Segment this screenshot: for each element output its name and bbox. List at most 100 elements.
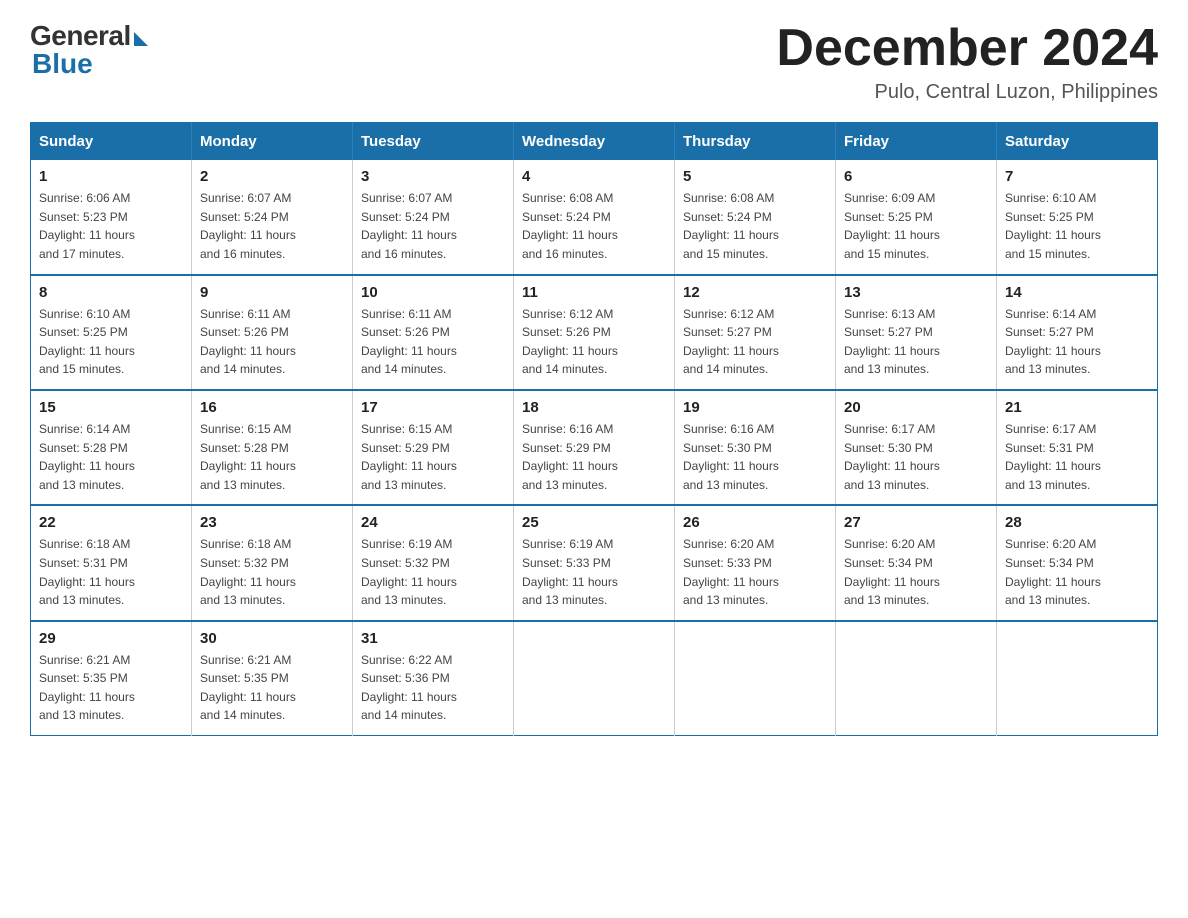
day-number: 2 <box>200 168 344 185</box>
calendar-cell: 9 Sunrise: 6:11 AM Sunset: 5:26 PM Dayli… <box>192 275 353 390</box>
week-row-3: 15 Sunrise: 6:14 AM Sunset: 5:28 PM Dayl… <box>31 390 1158 505</box>
day-info: Sunrise: 6:17 AM Sunset: 5:30 PM Dayligh… <box>844 420 988 494</box>
day-number: 16 <box>200 399 344 416</box>
calendar-cell: 28 Sunrise: 6:20 AM Sunset: 5:34 PM Dayl… <box>997 505 1158 620</box>
day-info: Sunrise: 6:06 AM Sunset: 5:23 PM Dayligh… <box>39 189 183 263</box>
calendar-cell: 18 Sunrise: 6:16 AM Sunset: 5:29 PM Dayl… <box>514 390 675 505</box>
calendar-cell: 25 Sunrise: 6:19 AM Sunset: 5:33 PM Dayl… <box>514 505 675 620</box>
day-info: Sunrise: 6:14 AM Sunset: 5:28 PM Dayligh… <box>39 420 183 494</box>
day-number: 10 <box>361 284 505 301</box>
day-info: Sunrise: 6:20 AM Sunset: 5:34 PM Dayligh… <box>1005 535 1149 609</box>
day-number: 15 <box>39 399 183 416</box>
calendar-cell: 12 Sunrise: 6:12 AM Sunset: 5:27 PM Dayl… <box>675 275 836 390</box>
week-row-4: 22 Sunrise: 6:18 AM Sunset: 5:31 PM Dayl… <box>31 505 1158 620</box>
calendar-cell: 10 Sunrise: 6:11 AM Sunset: 5:26 PM Dayl… <box>353 275 514 390</box>
day-info: Sunrise: 6:15 AM Sunset: 5:28 PM Dayligh… <box>200 420 344 494</box>
day-number: 28 <box>1005 514 1149 531</box>
day-number: 11 <box>522 284 666 301</box>
header-tuesday: Tuesday <box>353 123 514 161</box>
header-wednesday: Wednesday <box>514 123 675 161</box>
day-info: Sunrise: 6:13 AM Sunset: 5:27 PM Dayligh… <box>844 305 988 379</box>
calendar-cell: 13 Sunrise: 6:13 AM Sunset: 5:27 PM Dayl… <box>836 275 997 390</box>
day-info: Sunrise: 6:18 AM Sunset: 5:31 PM Dayligh… <box>39 535 183 609</box>
header-sunday: Sunday <box>31 123 192 161</box>
day-number: 17 <box>361 399 505 416</box>
header-monday: Monday <box>192 123 353 161</box>
day-number: 12 <box>683 284 827 301</box>
day-number: 4 <box>522 168 666 185</box>
logo-arrow-icon <box>134 32 148 46</box>
day-number: 23 <box>200 514 344 531</box>
calendar-cell: 15 Sunrise: 6:14 AM Sunset: 5:28 PM Dayl… <box>31 390 192 505</box>
calendar-cell: 1 Sunrise: 6:06 AM Sunset: 5:23 PM Dayli… <box>31 160 192 274</box>
calendar-table: SundayMondayTuesdayWednesdayThursdayFrid… <box>30 122 1158 736</box>
calendar-cell <box>836 621 997 736</box>
calendar-cell: 27 Sunrise: 6:20 AM Sunset: 5:34 PM Dayl… <box>836 505 997 620</box>
day-number: 14 <box>1005 284 1149 301</box>
day-info: Sunrise: 6:07 AM Sunset: 5:24 PM Dayligh… <box>361 189 505 263</box>
calendar-header-row: SundayMondayTuesdayWednesdayThursdayFrid… <box>31 123 1158 161</box>
calendar-cell: 2 Sunrise: 6:07 AM Sunset: 5:24 PM Dayli… <box>192 160 353 274</box>
calendar-cell: 11 Sunrise: 6:12 AM Sunset: 5:26 PM Dayl… <box>514 275 675 390</box>
day-number: 1 <box>39 168 183 185</box>
day-number: 18 <box>522 399 666 416</box>
day-info: Sunrise: 6:10 AM Sunset: 5:25 PM Dayligh… <box>1005 189 1149 263</box>
day-number: 20 <box>844 399 988 416</box>
calendar-cell <box>514 621 675 736</box>
day-info: Sunrise: 6:21 AM Sunset: 5:35 PM Dayligh… <box>39 651 183 725</box>
day-number: 7 <box>1005 168 1149 185</box>
day-info: Sunrise: 6:16 AM Sunset: 5:30 PM Dayligh… <box>683 420 827 494</box>
calendar-cell: 26 Sunrise: 6:20 AM Sunset: 5:33 PM Dayl… <box>675 505 836 620</box>
calendar-cell: 8 Sunrise: 6:10 AM Sunset: 5:25 PM Dayli… <box>31 275 192 390</box>
day-info: Sunrise: 6:18 AM Sunset: 5:32 PM Dayligh… <box>200 535 344 609</box>
day-info: Sunrise: 6:20 AM Sunset: 5:34 PM Dayligh… <box>844 535 988 609</box>
day-info: Sunrise: 6:11 AM Sunset: 5:26 PM Dayligh… <box>200 305 344 379</box>
calendar-cell: 17 Sunrise: 6:15 AM Sunset: 5:29 PM Dayl… <box>353 390 514 505</box>
calendar-cell: 16 Sunrise: 6:15 AM Sunset: 5:28 PM Dayl… <box>192 390 353 505</box>
day-info: Sunrise: 6:10 AM Sunset: 5:25 PM Dayligh… <box>39 305 183 379</box>
calendar-cell <box>997 621 1158 736</box>
calendar-cell: 14 Sunrise: 6:14 AM Sunset: 5:27 PM Dayl… <box>997 275 1158 390</box>
day-info: Sunrise: 6:14 AM Sunset: 5:27 PM Dayligh… <box>1005 305 1149 379</box>
day-number: 22 <box>39 514 183 531</box>
header-friday: Friday <box>836 123 997 161</box>
logo: General Blue <box>30 20 148 80</box>
day-number: 30 <box>200 630 344 647</box>
week-row-2: 8 Sunrise: 6:10 AM Sunset: 5:25 PM Dayli… <box>31 275 1158 390</box>
day-number: 31 <box>361 630 505 647</box>
month-year-title: December 2024 <box>776 20 1158 77</box>
day-info: Sunrise: 6:11 AM Sunset: 5:26 PM Dayligh… <box>361 305 505 379</box>
day-number: 5 <box>683 168 827 185</box>
calendar-cell: 19 Sunrise: 6:16 AM Sunset: 5:30 PM Dayl… <box>675 390 836 505</box>
logo-blue-text: Blue <box>32 48 93 80</box>
calendar-cell: 31 Sunrise: 6:22 AM Sunset: 5:36 PM Dayl… <box>353 621 514 736</box>
day-info: Sunrise: 6:15 AM Sunset: 5:29 PM Dayligh… <box>361 420 505 494</box>
day-number: 29 <box>39 630 183 647</box>
day-number: 19 <box>683 399 827 416</box>
calendar-cell: 20 Sunrise: 6:17 AM Sunset: 5:30 PM Dayl… <box>836 390 997 505</box>
day-info: Sunrise: 6:12 AM Sunset: 5:26 PM Dayligh… <box>522 305 666 379</box>
day-number: 25 <box>522 514 666 531</box>
day-info: Sunrise: 6:21 AM Sunset: 5:35 PM Dayligh… <box>200 651 344 725</box>
location-subtitle: Pulo, Central Luzon, Philippines <box>776 81 1158 104</box>
calendar-cell: 4 Sunrise: 6:08 AM Sunset: 5:24 PM Dayli… <box>514 160 675 274</box>
day-number: 13 <box>844 284 988 301</box>
day-info: Sunrise: 6:12 AM Sunset: 5:27 PM Dayligh… <box>683 305 827 379</box>
day-info: Sunrise: 6:08 AM Sunset: 5:24 PM Dayligh… <box>522 189 666 263</box>
calendar-cell: 7 Sunrise: 6:10 AM Sunset: 5:25 PM Dayli… <box>997 160 1158 274</box>
day-number: 9 <box>200 284 344 301</box>
calendar-cell: 24 Sunrise: 6:19 AM Sunset: 5:32 PM Dayl… <box>353 505 514 620</box>
week-row-5: 29 Sunrise: 6:21 AM Sunset: 5:35 PM Dayl… <box>31 621 1158 736</box>
day-info: Sunrise: 6:19 AM Sunset: 5:33 PM Dayligh… <box>522 535 666 609</box>
day-number: 3 <box>361 168 505 185</box>
calendar-cell: 29 Sunrise: 6:21 AM Sunset: 5:35 PM Dayl… <box>31 621 192 736</box>
day-info: Sunrise: 6:17 AM Sunset: 5:31 PM Dayligh… <box>1005 420 1149 494</box>
week-row-1: 1 Sunrise: 6:06 AM Sunset: 5:23 PM Dayli… <box>31 160 1158 274</box>
day-info: Sunrise: 6:08 AM Sunset: 5:24 PM Dayligh… <box>683 189 827 263</box>
calendar-cell: 30 Sunrise: 6:21 AM Sunset: 5:35 PM Dayl… <box>192 621 353 736</box>
calendar-cell: 5 Sunrise: 6:08 AM Sunset: 5:24 PM Dayli… <box>675 160 836 274</box>
day-info: Sunrise: 6:22 AM Sunset: 5:36 PM Dayligh… <box>361 651 505 725</box>
day-info: Sunrise: 6:20 AM Sunset: 5:33 PM Dayligh… <box>683 535 827 609</box>
day-number: 27 <box>844 514 988 531</box>
day-number: 24 <box>361 514 505 531</box>
